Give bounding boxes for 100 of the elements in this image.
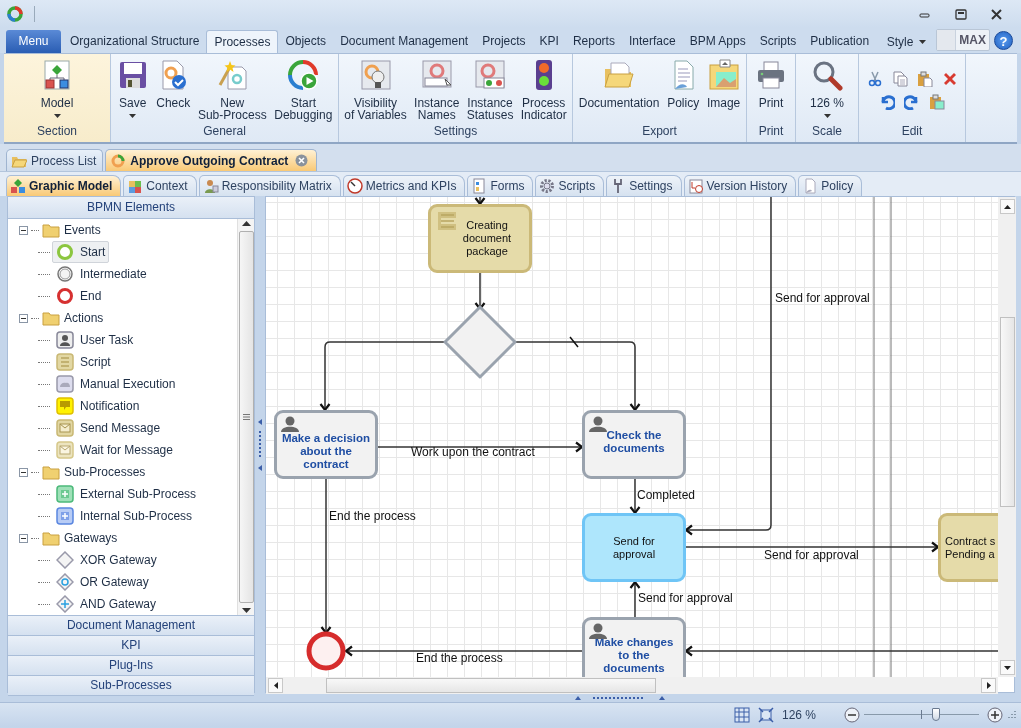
app-logo-icon[interactable] (6, 5, 24, 23)
tree-item[interactable]: XOR Gateway (52, 549, 161, 571)
ribbon-button[interactable]: Check (154, 59, 193, 109)
scroll-left-button[interactable] (268, 678, 283, 693)
view-tab[interactable]: Responsibility Matrix (198, 175, 341, 196)
zoom-in-button[interactable] (985, 705, 1005, 725)
ribbon-button[interactable]: Visibility of Variables (342, 59, 409, 121)
scrollbar[interactable] (266, 677, 998, 694)
tree-item[interactable]: Start (52, 241, 110, 263)
grid-button[interactable] (731, 705, 752, 725)
ribbon-button[interactable]: Model (38, 59, 76, 118)
item-label: OR Gateway (80, 575, 149, 589)
magnifier-icon (811, 59, 843, 91)
close-icon[interactable] (295, 154, 309, 167)
ribbon-tab[interactable]: BPM Apps (682, 30, 753, 53)
ribbon-tab[interactable]: Reports (565, 30, 622, 53)
slider-thumb[interactable] (932, 708, 941, 721)
connector-arrow (474, 197, 486, 206)
paste-button[interactable] (916, 70, 933, 87)
view-tab[interactable]: Forms (467, 175, 534, 196)
paste-icon (916, 70, 933, 87)
scroll-left-icon (273, 682, 278, 689)
style-menu[interactable]: Style (880, 30, 933, 53)
tick-mark (569, 336, 579, 348)
view-tab[interactable]: Policy (798, 175, 863, 196)
view-tab[interactable]: Version History (683, 175, 797, 196)
ribbon-tab[interactable]: Organizational Structure (63, 30, 207, 53)
ribbon-tab[interactable]: KPI (532, 30, 566, 53)
menu-button[interactable]: Menu (6, 30, 61, 53)
tree-item[interactable]: Wait for Message (52, 439, 177, 461)
tree-folder[interactable]: Gateways (8, 527, 237, 549)
expand-toggle[interactable] (19, 313, 28, 323)
scrollbar-thumb[interactable] (326, 678, 656, 693)
zoom-out-button[interactable] (842, 705, 862, 725)
tree-item[interactable]: OR Gateway (52, 571, 153, 593)
ribbon-button[interactable]: Save (114, 59, 151, 118)
tree-item[interactable]: Notification (52, 395, 144, 417)
max-toggle[interactable]: MAX (936, 29, 990, 51)
copy-button[interactable] (891, 70, 908, 87)
redo-icon (904, 93, 920, 110)
view-tab[interactable]: Settings (606, 175, 682, 196)
ribbon-button[interactable]: New Sub-Process (195, 59, 269, 121)
redo-button[interactable] (904, 93, 920, 110)
tree-item[interactable]: Script (52, 351, 115, 373)
clipboard-button[interactable] (929, 93, 945, 110)
scissors-button[interactable] (866, 70, 883, 87)
resize-grip-icon[interactable] (1005, 709, 1017, 721)
view-tab[interactable]: Context (123, 175, 197, 196)
tree-item[interactable]: External Sub-Process (52, 483, 201, 505)
scroll-up-button[interactable] (999, 199, 1015, 214)
ribbon-tab[interactable]: Publication (803, 30, 877, 53)
tree-item[interactable]: Manual Execution (52, 373, 180, 395)
view-tab[interactable]: Metrics and KPIs (342, 175, 466, 196)
fit-page-button[interactable] (755, 705, 776, 725)
tree-folder[interactable]: Actions (8, 307, 237, 329)
ribbon-tab[interactable]: Projects (475, 30, 533, 53)
undo-button[interactable] (879, 93, 895, 110)
view-tab[interactable]: Scripts (535, 175, 605, 196)
editor-tab[interactable]: Process List (6, 149, 104, 171)
form-icon (471, 178, 488, 194)
ribbon-button[interactable]: 126 % (808, 59, 846, 118)
tree-item[interactable]: Internal Sub-Process (52, 505, 197, 527)
folder-icon (603, 59, 636, 91)
ribbon-button[interactable]: Policy (665, 59, 702, 109)
ribbon-button[interactable]: Image (704, 59, 743, 109)
ribbon-button[interactable]: Instance Names (412, 59, 462, 121)
scroll-icon (435, 210, 459, 232)
group-label: Edit (900, 123, 924, 140)
start-event-icon (56, 243, 74, 261)
tree-folder[interactable]: Events (8, 219, 237, 241)
scrollbar-thumb[interactable] (999, 317, 1015, 507)
ribbon-button[interactable]: Process Indicator (518, 59, 569, 121)
tree-item[interactable]: Send Message (52, 417, 165, 439)
expand-toggle[interactable] (19, 533, 28, 543)
editor-tab[interactable]: Approve Outgoing Contract (105, 149, 318, 171)
gear-icon (539, 178, 556, 194)
ribbon-tab[interactable]: Scripts (752, 30, 804, 53)
ribbon-tab[interactable]: Processes (206, 30, 279, 53)
view-tab[interactable]: Graphic Model (6, 175, 122, 196)
ribbon-tab[interactable]: Interface (621, 30, 683, 53)
scroll-right-button[interactable] (981, 678, 996, 693)
tree-item[interactable]: Intermediate (52, 263, 151, 285)
ribbon-tab[interactable]: Objects (278, 30, 334, 53)
tree-item[interactable]: AND Gateway (52, 593, 161, 615)
ribbon-tab[interactable]: Document Management (333, 30, 476, 53)
ribbon-button[interactable]: Start Debugging (272, 59, 335, 121)
ribbon-button[interactable]: Instance Statuses (464, 59, 516, 121)
tree-folder[interactable]: Sub-Processes (8, 461, 237, 483)
expand-toggle[interactable] (19, 467, 28, 477)
ribbon-button[interactable]: Print (753, 59, 789, 109)
subprocess-icon (56, 485, 74, 503)
item-label: External Sub-Process (80, 487, 197, 501)
tree-item[interactable]: End (52, 285, 106, 307)
ribbon-button[interactable]: Documentation (576, 59, 662, 109)
person-icon (589, 623, 607, 639)
tree-item[interactable]: User Task (52, 329, 138, 351)
scroll-down-button[interactable] (999, 660, 1015, 675)
expand-toggle[interactable] (19, 225, 28, 235)
zoom-slider[interactable] (864, 707, 979, 723)
scrollbar[interactable] (998, 197, 1016, 677)
